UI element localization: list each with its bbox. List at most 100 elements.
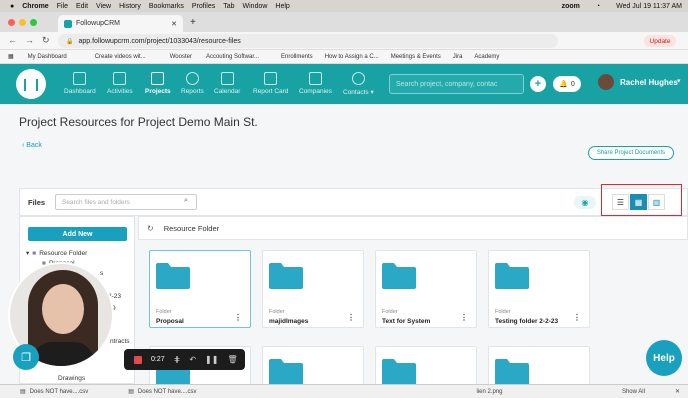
zoom-status[interactable]: zoom — [562, 3, 580, 10]
folder-card[interactable]: Folder Text for System ⋮ — [375, 250, 477, 328]
reload-icon[interactable]: ↻ — [42, 35, 50, 46]
trash-icon[interactable]: 🗑 — [227, 355, 237, 364]
preview-eye-icon[interactable]: ◉ — [574, 196, 596, 209]
global-search-input[interactable]: Search project, company, contac — [389, 74, 524, 94]
apps-icon[interactable]: ▦ — [8, 53, 14, 60]
maximize-window-icon[interactable] — [30, 19, 37, 26]
nav-label: Reports — [181, 88, 204, 95]
browser-tab-strip: FollowupCRM ✕ + — [0, 12, 688, 32]
tree-node-partial[interactable]: s — [100, 270, 103, 277]
menu-chrome[interactable]: Chrome — [22, 3, 48, 10]
folder-card[interactable] — [375, 346, 477, 386]
folder-card[interactable]: Folder Proposal ⋮ — [149, 250, 251, 328]
grid-tool-icon[interactable]: ⋕ — [174, 355, 181, 364]
notifications-button[interactable]: 🔔 0 — [553, 76, 581, 92]
back-link[interactable]: ‹ Back — [22, 142, 42, 149]
bookmark-item[interactable]: My Dashboard — [28, 54, 67, 60]
tree-node-partial[interactable]: ntracts — [110, 338, 130, 345]
files-toolbar: Files Search files and folders ⌕ ◉ ☰ ▦ ▥ — [19, 184, 688, 216]
folder-name: Proposal — [156, 318, 184, 325]
nav-report-card[interactable]: Report Card — [253, 72, 288, 95]
folder-card[interactable]: Folder Testing folder 2-2-23 ⋮ — [488, 250, 590, 328]
file-search-input[interactable]: Search files and folders — [55, 194, 197, 210]
refresh-icon[interactable]: ↻ — [147, 224, 154, 233]
folder-card[interactable] — [488, 346, 590, 386]
nav-calendar[interactable]: Calendar — [214, 72, 240, 95]
bookmark-item[interactable]: Academy — [474, 54, 499, 60]
bookmark-item[interactable]: How to Assign a C... — [325, 54, 379, 60]
app-logo[interactable] — [16, 69, 46, 99]
browser-tab[interactable]: FollowupCRM ✕ — [58, 15, 183, 32]
close-tab-icon[interactable]: ✕ — [171, 20, 177, 28]
undo-icon[interactable]: ↶ — [189, 355, 196, 364]
show-all-link[interactable]: Show All — [622, 389, 645, 395]
help-button[interactable]: Help — [646, 340, 682, 376]
new-tab-icon[interactable]: + — [190, 17, 196, 28]
nav-dashboard[interactable]: Dashboard — [64, 72, 96, 95]
nav-projects[interactable]: Projects — [145, 72, 171, 95]
menu-history[interactable]: History — [119, 3, 141, 10]
file-icon: ▤ — [128, 389, 134, 395]
chart-icon — [73, 72, 87, 85]
pause-icon[interactable]: ❚❚ — [205, 355, 218, 364]
user-name[interactable]: Rachel Hughes — [620, 78, 678, 87]
forward-arrow-icon[interactable]: → — [25, 35, 34, 46]
user-avatar[interactable] — [598, 74, 614, 90]
download-item[interactable]: Does NOT have....csv — [138, 389, 197, 395]
more-options-icon[interactable]: ⋮ — [573, 313, 581, 322]
bookmark-item[interactable]: Meetings & Events — [391, 54, 441, 60]
menu-help[interactable]: Help — [275, 3, 289, 10]
nav-contacts[interactable]: Contacts ▾ — [343, 72, 374, 96]
split-view-button[interactable]: ▥ — [648, 194, 665, 210]
stop-record-icon[interactable] — [134, 355, 142, 364]
menu-view[interactable]: View — [96, 3, 111, 10]
grid-view-button[interactable]: ▦ — [630, 194, 647, 210]
nav-reports[interactable]: Reports — [181, 72, 204, 95]
tree-node-drawings[interactable]: Drawings — [58, 375, 85, 382]
menu-window[interactable]: Window — [243, 3, 268, 10]
more-options-icon[interactable]: ⋮ — [460, 313, 468, 322]
nav-companies[interactable]: Companies — [299, 72, 332, 95]
add-new-button[interactable]: Add New — [28, 227, 127, 241]
user-menu-chevron-icon[interactable]: ▾ — [677, 77, 681, 85]
window-controls — [8, 19, 37, 26]
apple-icon[interactable]: ● — [10, 3, 14, 10]
logo-mark — [24, 79, 38, 91]
person-icon — [351, 72, 365, 85]
add-button[interactable]: + — [530, 76, 546, 92]
share-project-documents-button[interactable]: Share Project Documents — [588, 146, 674, 160]
menu-edit[interactable]: Edit — [76, 3, 88, 10]
presenter-face — [42, 284, 84, 334]
bookmark-item[interactable]: Enrollments — [281, 54, 313, 60]
recording-timer: 0:27 — [151, 356, 165, 363]
tree-node-resource-folder[interactable]: ▾ ■ Resource Folder — [26, 249, 87, 258]
folder-card[interactable] — [262, 346, 364, 386]
bookmark-item[interactable]: Wooster — [170, 54, 192, 60]
menu-profiles[interactable]: Profiles — [192, 3, 215, 10]
download-item[interactable]: lien 2.png — [477, 389, 503, 395]
bookmark-item[interactable]: Create videos wit... — [95, 54, 146, 60]
more-options-icon[interactable]: ⋮ — [234, 313, 242, 322]
close-downloads-icon[interactable]: ✕ — [675, 388, 680, 395]
bookmark-item[interactable]: Accouting Softwar... — [206, 54, 259, 60]
minimize-window-icon[interactable] — [19, 19, 26, 26]
menu-bookmarks[interactable]: Bookmarks — [149, 3, 184, 10]
folder-card[interactable]: Folder majidImages ⋮ — [262, 250, 364, 328]
update-button[interactable]: Update — [644, 35, 676, 47]
back-arrow-icon[interactable]: ← — [8, 35, 17, 46]
close-window-icon[interactable] — [8, 19, 15, 26]
menu-file[interactable]: File — [57, 3, 68, 10]
wifi-icon[interactable]: ◔ — [596, 3, 600, 10]
bell-icon: 🔔 — [559, 81, 568, 88]
download-item[interactable]: Does NOT have....csv — [30, 389, 89, 395]
bookmark-item[interactable]: Jira — [453, 54, 463, 60]
bookmarks-bar: ▦ My Dashboard Create videos wit... Woos… — [0, 50, 688, 64]
menu-tab[interactable]: Tab — [223, 3, 234, 10]
list-view-button[interactable]: ☰ — [612, 194, 629, 210]
chat-bubble-icon[interactable]: ❐ — [13, 344, 39, 370]
folder-type: Folder — [156, 309, 172, 315]
url-field[interactable]: 🔒 app.followupcrm.com/project/1033043/re… — [58, 34, 558, 48]
more-options-icon[interactable]: ⋮ — [347, 313, 355, 322]
clock[interactable]: Wed Jul 19 11:37 AM — [616, 3, 682, 10]
nav-activities[interactable]: Activities — [107, 72, 133, 95]
